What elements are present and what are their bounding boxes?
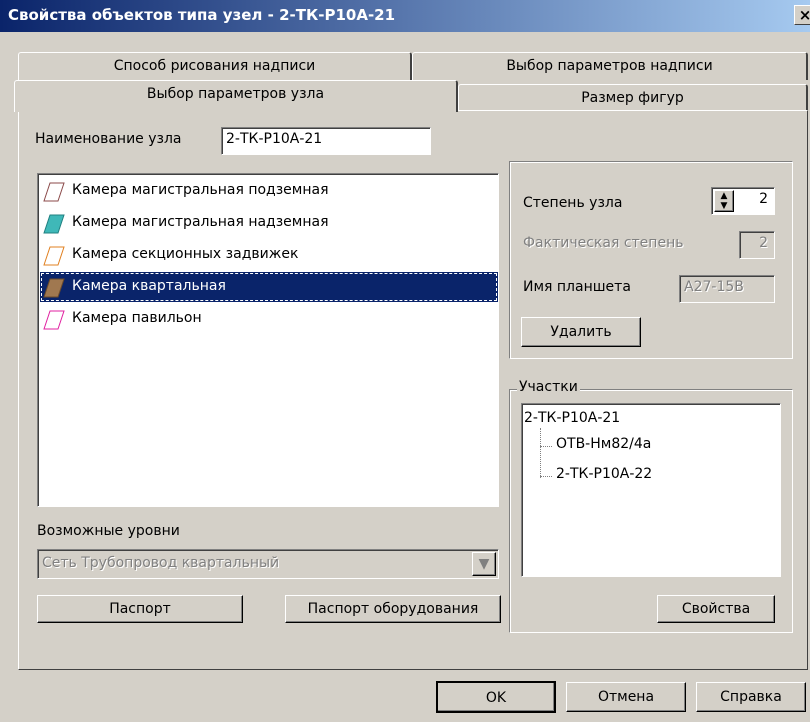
tree-root[interactable]: 2-ТК-Р10А-21 <box>524 410 620 426</box>
levels-label: Возможные уровни <box>37 523 180 539</box>
chamber-icon <box>43 278 65 298</box>
tree-connector <box>540 476 552 477</box>
chamber-icon <box>43 182 65 202</box>
properties-button[interactable]: Свойства <box>657 595 775 623</box>
tree-item[interactable]: ОТВ-Нм82/4а <box>556 436 651 452</box>
tablet-field: А27-15В <box>679 275 775 303</box>
node-name-input[interactable]: 2-ТК-Р10А-21 <box>221 127 431 155</box>
tree-item[interactable]: 2-ТК-Р10А-22 <box>556 466 652 482</box>
sections-tree[interactable]: 2-ТК-Р10А-21 ОТВ-Нм82/4а 2-ТК-Р10А-22 <box>521 403 781 577</box>
ok-button[interactable]: OK <box>436 681 556 713</box>
tab-node-params[interactable]: Выбор параметров узла <box>14 80 458 112</box>
window-title: Свойства объектов типа узел - 2-ТК-Р10А-… <box>8 6 396 24</box>
chevron-down-icon: ▼ <box>472 552 496 576</box>
chamber-icon <box>43 246 65 266</box>
node-name-label: Наименование узла <box>35 131 182 147</box>
node-type-list[interactable]: Камера магистральная подземная Камера ма… <box>37 173 499 507</box>
tree-connector <box>540 446 552 447</box>
tab-label-params[interactable]: Выбор параметров надписи <box>412 52 808 80</box>
spinner-icon[interactable]: ▲ ▼ <box>714 190 734 212</box>
equipment-passport-button[interactable]: Паспорт оборудования <box>285 595 501 623</box>
passport-button[interactable]: Паспорт <box>37 595 243 623</box>
tab-figure-size[interactable]: Размер фигур <box>458 84 808 112</box>
list-item[interactable]: Камера павильон <box>40 304 496 334</box>
chamber-icon <box>43 214 65 234</box>
levels-select: Сеть Трубопровод квартальный ▼ <box>37 549 499 579</box>
chamber-icon <box>43 310 65 330</box>
list-item[interactable]: Камера магистральная подземная <box>40 176 496 206</box>
actual-degree-field: 2 <box>739 231 775 259</box>
tab-panel: Наименование узла 2-ТК-Р10А-21 Камера ма… <box>18 110 808 670</box>
close-button[interactable]: × <box>794 5 810 25</box>
actual-degree-label: Фактическая степень <box>523 235 684 251</box>
tree-connector <box>540 428 541 478</box>
tablet-label: Имя планшета <box>523 279 631 295</box>
help-button[interactable]: Справка <box>696 682 806 712</box>
list-item[interactable]: Камера магистральная надземная <box>40 208 496 238</box>
degree-label: Степень узла <box>523 195 623 211</box>
cancel-button[interactable]: Отмена <box>566 682 686 712</box>
title-bar: Свойства объектов типа узел - 2-ТК-Р10А-… <box>0 0 810 32</box>
sections-label: Участки <box>517 379 580 395</box>
degree-stepper[interactable]: ▲ ▼ 2 <box>711 187 775 215</box>
list-item-selected[interactable]: Камера квартальная <box>40 272 498 302</box>
tab-label-drawing[interactable]: Способ рисования надписи <box>18 52 412 80</box>
delete-button[interactable]: Удалить <box>521 317 641 347</box>
list-item[interactable]: Камера секционных задвижек <box>40 240 496 270</box>
